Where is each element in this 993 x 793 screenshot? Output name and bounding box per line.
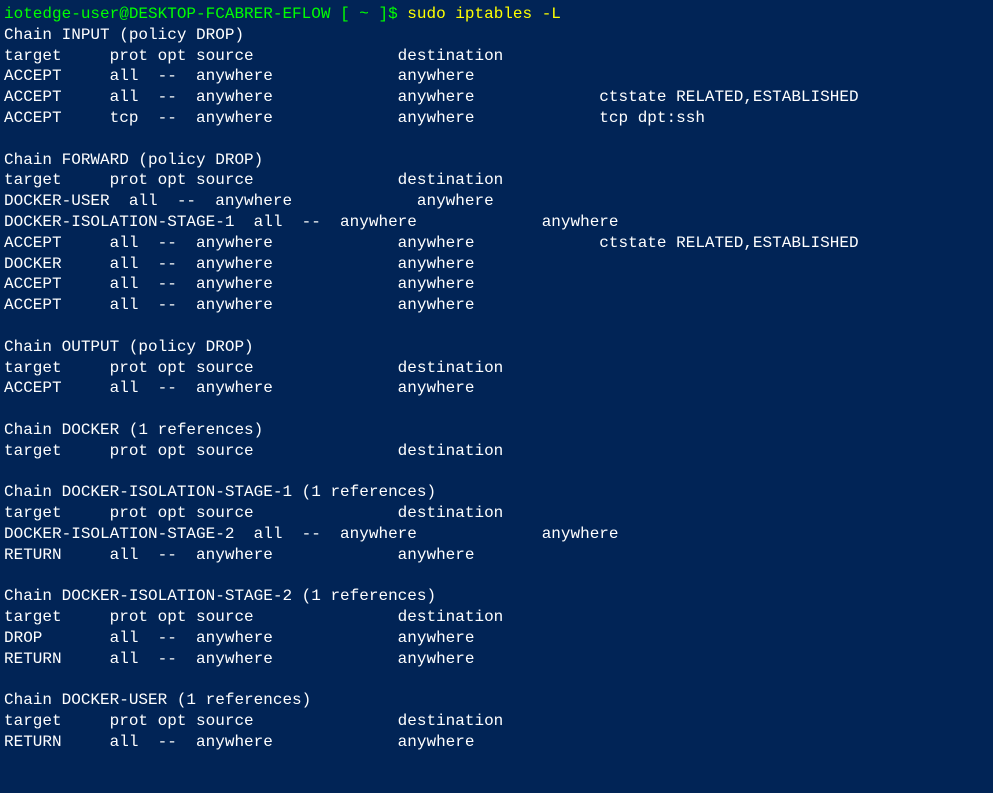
chain-docker-iso2-rule-1: RETURN all -- anywhere anywhere [4,650,474,668]
chain-docker-user-rule-0: RETURN all -- anywhere anywhere [4,733,474,751]
terminal-output[interactable]: iotedge-user@DESKTOP-FCABRER-EFLOW [ ~ ]… [4,4,989,753]
chain-docker-user-columns: target prot opt source destination [4,712,503,730]
chain-input-header: Chain INPUT (policy DROP) [4,26,244,44]
chain-docker-iso1-columns: target prot opt source destination [4,504,503,522]
chain-forward-rule-0: DOCKER-USER all -- anywhere anywhere [4,192,494,210]
chain-docker-iso2-header: Chain DOCKER-ISOLATION-STAGE-2 (1 refere… [4,587,436,605]
chain-docker-user-header: Chain DOCKER-USER (1 references) [4,691,311,709]
chain-docker-iso1-header: Chain DOCKER-ISOLATION-STAGE-1 (1 refere… [4,483,436,501]
prompt-user-host: iotedge-user@DESKTOP-FCABRER-EFLOW [4,5,330,23]
chain-input-rule-0: ACCEPT all -- anywhere anywhere [4,67,474,85]
chain-output-header: Chain OUTPUT (policy DROP) [4,338,254,356]
chain-forward-rule-1: DOCKER-ISOLATION-STAGE-1 all -- anywhere… [4,213,619,231]
chain-forward-header: Chain FORWARD (policy DROP) [4,151,263,169]
chain-forward-rule-4: ACCEPT all -- anywhere anywhere [4,275,474,293]
chain-forward-columns: target prot opt source destination [4,171,503,189]
chain-forward-rule-2: ACCEPT all -- anywhere anywhere ctstate … [4,234,859,252]
command-text: sudo iptables -L [407,5,561,23]
chain-docker-iso2-columns: target prot opt source destination [4,608,503,626]
chain-input-rule-2: ACCEPT tcp -- anywhere anywhere tcp dpt:… [4,109,705,127]
chain-docker-columns: target prot opt source destination [4,442,503,460]
chain-forward-rule-5: ACCEPT all -- anywhere anywhere [4,296,474,314]
prompt-path: [ ~ ]$ [340,5,398,23]
chain-forward-rule-3: DOCKER all -- anywhere anywhere [4,255,474,273]
chain-output-columns: target prot opt source destination [4,359,503,377]
chain-output-rule-0: ACCEPT all -- anywhere anywhere [4,379,474,397]
chain-input-columns: target prot opt source destination [4,47,503,65]
chain-input-rule-1: ACCEPT all -- anywhere anywhere ctstate … [4,88,859,106]
chain-docker-iso1-rule-0: DOCKER-ISOLATION-STAGE-2 all -- anywhere… [4,525,619,543]
chain-docker-iso1-rule-1: RETURN all -- anywhere anywhere [4,546,474,564]
chain-docker-header: Chain DOCKER (1 references) [4,421,263,439]
chain-docker-iso2-rule-0: DROP all -- anywhere anywhere [4,629,474,647]
